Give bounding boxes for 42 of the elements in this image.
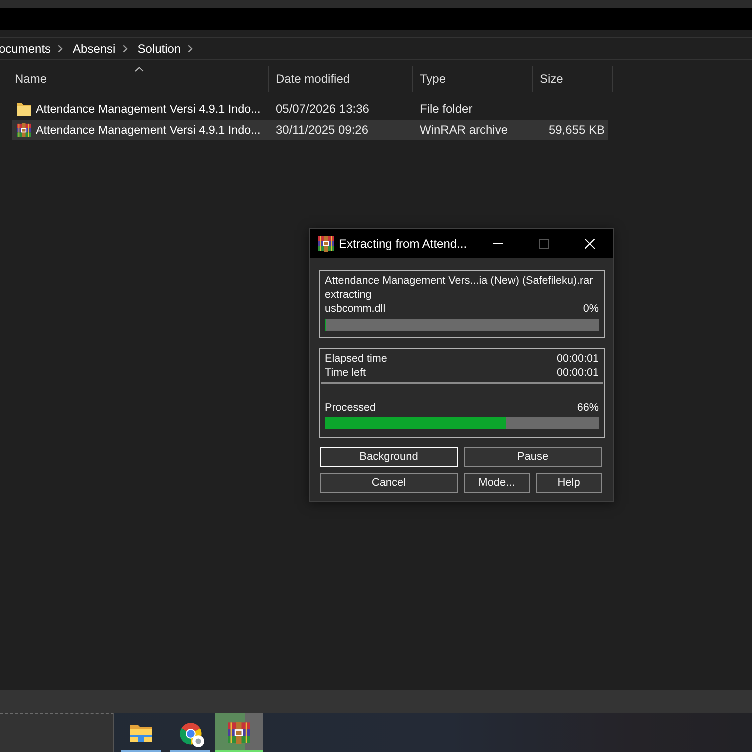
column-header[interactable]: Type (413, 66, 533, 92)
processed-label: Processed (325, 401, 376, 415)
current-file-name: usbcomm.dll (325, 302, 386, 316)
file-row[interactable]: Attendance Management Versi 4.9.1 Indo... 30/11/2025 09:26 WinRAR archive 59,655 KB (12, 120, 608, 140)
folder-icon (17, 102, 31, 116)
processed-percent: 66% (577, 401, 599, 415)
dialog-button[interactable]: Pause (464, 447, 602, 467)
chevron-icon[interactable] (122, 44, 128, 52)
time-label: Elapsed time (325, 352, 388, 366)
action-label: extracting (325, 289, 372, 301)
time-label: Time left (325, 366, 366, 380)
chevron-icon[interactable] (188, 44, 194, 52)
time-value: 00:00:01 (556, 366, 599, 380)
taskbar-search-field[interactable] (0, 713, 114, 752)
folder-icon (130, 724, 152, 742)
column-header[interactable]: Size (533, 66, 613, 92)
books-icon (227, 722, 251, 744)
type-text: File folder (420, 102, 473, 116)
dialog-button[interactable]: Help (536, 473, 602, 493)
window-title: Extracting from Attend... (339, 236, 468, 250)
column-header[interactable]: Name (12, 66, 269, 92)
file-percent: 0% (583, 302, 599, 316)
type-text: WinRAR archive (420, 123, 508, 137)
file-name: Attendance Management Versi 4.9.1 Indo... (36, 124, 261, 136)
column-header[interactable]: Date modified (269, 66, 413, 92)
books-icon (17, 122, 31, 138)
chevron-icon[interactable] (58, 44, 64, 52)
date-text: 30/11/2025 09:26 (276, 123, 369, 137)
browser-icon (178, 721, 204, 748)
size-text: 59,655 KB (548, 123, 605, 137)
dialog-button[interactable]: Background (320, 447, 458, 467)
time-value: 00:00:01 (556, 352, 599, 366)
file-name: Attendance Management Versi 4.9.1 Indo... (36, 102, 261, 116)
dialog-button[interactable]: Mode... (464, 473, 530, 493)
close-icon[interactable] (585, 238, 595, 248)
breadcrumb-item[interactable]: Solution (138, 42, 182, 56)
dialog-button[interactable]: Cancel (320, 473, 458, 493)
date-text: 05/07/2026 13:36 (276, 102, 370, 116)
books-icon (318, 236, 334, 252)
file-row[interactable]: Attendance Management Versi 4.9.1 Indo... 05/07/2026 13:36 File folder (12, 99, 608, 119)
archive-name: Attendance Management Vers...ia (New) (Safefileku).rar (325, 275, 594, 287)
breadcrumb-item[interactable]: Absensi (73, 42, 116, 56)
